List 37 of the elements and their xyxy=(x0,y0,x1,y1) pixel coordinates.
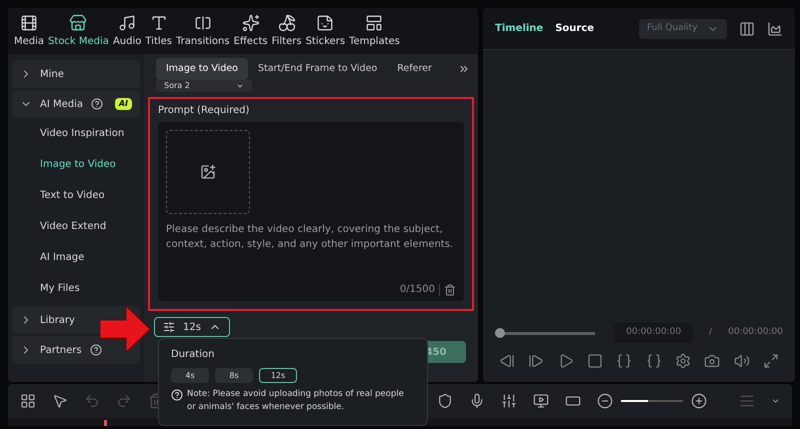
duration-option[interactable]: 8s xyxy=(215,368,253,383)
duration-option[interactable]: 4s xyxy=(171,368,209,383)
sidebar-item[interactable]: Text to Video xyxy=(12,180,140,211)
preview-tab[interactable]: Timeline xyxy=(495,21,544,36)
nav-tab[interactable]: Audio xyxy=(110,14,144,48)
nav-tab[interactable]: Filters xyxy=(270,14,304,48)
duration-title: Duration xyxy=(171,348,216,362)
note-text: Note: Please avoid uploading photos of real people or animals' faces whenever possible. xyxy=(187,388,405,414)
mode-tab[interactable]: Image to Video xyxy=(156,58,248,80)
settings-button[interactable]: 12s xyxy=(154,317,230,337)
sidebar-item[interactable]: AI Image xyxy=(12,242,140,273)
prompt-input[interactable]: Please describe the video clearly, covering the subject, context, action, style, and any other important elements. xyxy=(166,222,456,256)
total-time: 00:00:00:00 xyxy=(728,326,783,340)
sidebar-item[interactable]: Video Extend xyxy=(12,211,140,242)
sidebar-item[interactable]: My Files xyxy=(12,273,140,304)
nav-tab[interactable]: Titles xyxy=(143,14,174,48)
sidebar-item[interactable]: Image to Video xyxy=(12,149,140,180)
ai-badge: AI xyxy=(114,98,132,110)
time-separator: / xyxy=(708,326,714,340)
mode-tab[interactable]: Referer xyxy=(387,58,442,80)
model-select[interactable]: Sora 2 xyxy=(156,80,252,92)
current-time: 00:00:00:00 xyxy=(614,323,694,343)
character-counter: 0/1500 xyxy=(400,283,435,297)
nav-tab[interactable]: Transitions xyxy=(174,14,232,48)
sidebar-item[interactable]: Video Inspiration xyxy=(12,118,140,149)
preview-tab[interactable]: Source xyxy=(555,21,594,36)
nav-tab[interactable]: Stock Media xyxy=(46,14,111,48)
sidebar-group[interactable]: AI Media AI xyxy=(12,90,140,118)
prompt-label: Prompt (Required) xyxy=(158,104,250,118)
sidebar-group[interactable]: Mine xyxy=(12,60,140,88)
nav-tab[interactable]: Media xyxy=(12,14,46,48)
nav-tab[interactable]: Effects xyxy=(232,14,270,48)
sidebar-group[interactable]: Partners xyxy=(12,336,140,364)
duration-option[interactable]: 12s xyxy=(259,368,297,383)
mode-tab[interactable]: Start/End Frame to Video xyxy=(248,58,388,80)
nav-tab[interactable]: Templates xyxy=(347,14,402,48)
nav-tab[interactable]: Stickers xyxy=(304,14,348,48)
